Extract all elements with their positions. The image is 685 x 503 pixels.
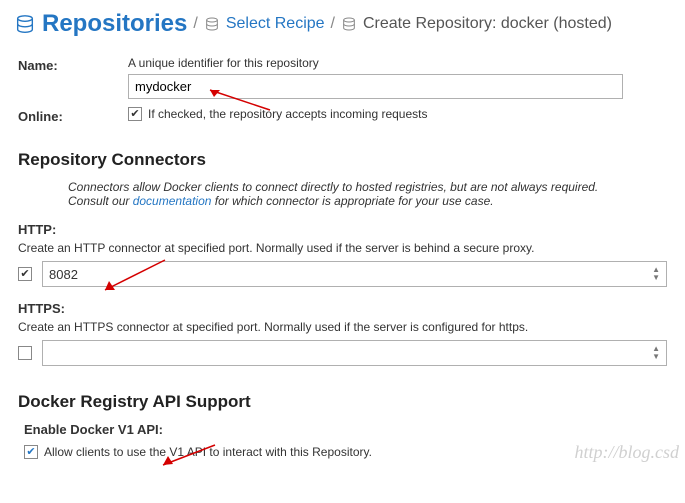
breadcrumb-select-recipe[interactable]: Select Recipe <box>226 15 325 33</box>
name-input[interactable] <box>128 74 623 99</box>
api-title: Docker Registry API Support <box>18 392 667 412</box>
online-text: If checked, the repository accepts incom… <box>148 107 427 121</box>
database-icon <box>204 16 220 32</box>
breadcrumb-sep: / <box>193 15 197 33</box>
https-hint: Create an HTTPS connector at specified p… <box>18 320 667 334</box>
database-icon <box>14 13 36 35</box>
breadcrumb-current: Create Repository: docker (hosted) <box>363 15 612 33</box>
breadcrumb-root[interactable]: Repositories <box>42 10 187 38</box>
watermark: http://blog.csd <box>575 442 680 463</box>
documentation-link[interactable]: documentation <box>133 194 212 208</box>
api-sub-label: Enable Docker V1 API: <box>24 422 667 437</box>
online-label: Online: <box>18 107 128 124</box>
spinner-arrows-icon[interactable]: ▲▼ <box>652 266 660 282</box>
v1-api-text: Allow clients to use the V1 API to inter… <box>44 445 372 459</box>
spinner-arrows-icon[interactable]: ▲▼ <box>652 345 660 361</box>
breadcrumb-sep: / <box>331 15 335 33</box>
breadcrumb: Repositories / Select Recipe / Create Re… <box>14 10 671 38</box>
database-icon <box>341 16 357 32</box>
http-port-value: 8082 <box>49 267 78 282</box>
connectors-description: Connectors allow Docker clients to conne… <box>68 180 628 208</box>
v1-api-checkbox[interactable] <box>24 445 38 459</box>
name-hint: A unique identifier for this repository <box>128 56 667 70</box>
http-hint: Create an HTTP connector at specified po… <box>18 241 667 255</box>
https-port-input[interactable]: ▲▼ <box>42 340 667 366</box>
https-label: HTTPS: <box>18 301 667 316</box>
online-checkbox[interactable] <box>128 107 142 121</box>
name-label: Name: <box>18 56 128 73</box>
https-checkbox[interactable] <box>18 346 32 360</box>
http-port-input[interactable]: 8082 ▲▼ <box>42 261 667 287</box>
connectors-title: Repository Connectors <box>18 150 667 170</box>
http-label: HTTP: <box>18 222 667 237</box>
http-checkbox[interactable] <box>18 267 32 281</box>
